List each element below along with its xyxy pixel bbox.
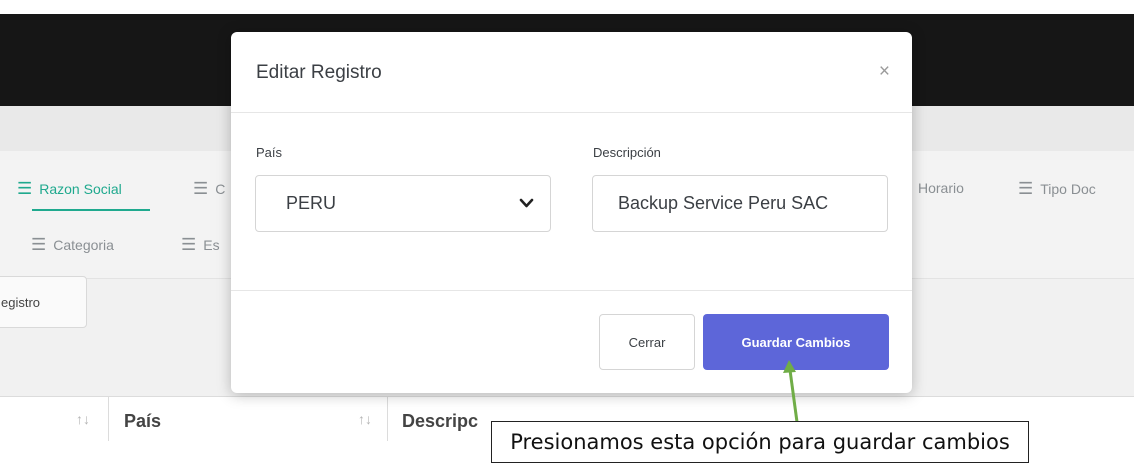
description-input-value: Backup Service Peru SAC [618, 193, 829, 213]
tab-label: Horario [918, 180, 964, 196]
chevron-down-icon [519, 198, 534, 208]
close-icon[interactable]: × [879, 62, 890, 81]
sort-icon[interactable]: ↑↓ [76, 411, 90, 427]
annotation-arrow-icon [783, 360, 799, 423]
tab-label: C [215, 180, 226, 197]
tab-c[interactable]: ☰ C [193, 180, 225, 197]
modal-header: Editar Registro × [231, 32, 912, 113]
button-label: egistro [1, 294, 41, 310]
annotation-callout: Presionamos esta opción para guardar cam… [491, 421, 1029, 463]
edit-record-modal: Editar Registro × País PERU Descripción … [231, 32, 912, 393]
tab-razon-social[interactable]: ☰ Razon Social [17, 180, 122, 197]
country-select[interactable]: PERU [255, 175, 551, 232]
country-label: País [256, 145, 283, 160]
tab-label: Razon Social [39, 180, 122, 197]
close-button[interactable]: Cerrar [599, 314, 695, 370]
tab-label: Tipo Doc [1040, 180, 1096, 197]
tab-label: Es [203, 236, 220, 253]
description-label: Descripción [593, 145, 661, 160]
modal-title: Editar Registro [256, 62, 382, 83]
description-input[interactable]: Backup Service Peru SAC [592, 175, 888, 232]
column-divider [387, 397, 388, 441]
column-divider [108, 397, 109, 441]
save-button-label: Guardar Cambios [741, 334, 851, 350]
menu-icon: ☰ [1018, 179, 1034, 198]
country-select-value: PERU [286, 193, 337, 213]
modal-footer-divider [231, 290, 912, 291]
menu-icon: ☰ [181, 235, 197, 254]
tab-categoria[interactable]: ☰ Categoria [31, 236, 114, 253]
column-header-descripcion[interactable]: Descripc [402, 411, 478, 432]
active-tab-indicator [32, 209, 150, 211]
menu-icon: ☰ [17, 179, 33, 198]
tab-es[interactable]: ☰ Es [181, 236, 220, 253]
menu-icon: ☰ [31, 235, 47, 254]
sort-icon[interactable]: ↑↓ [358, 411, 372, 427]
column-header-pais[interactable]: País [124, 411, 161, 432]
menu-icon: ☰ [193, 179, 209, 198]
tab-horario[interactable]: Horario [918, 180, 964, 196]
tab-tipo-doc[interactable]: ☰ Tipo Doc [1018, 180, 1096, 197]
close-button-label: Cerrar [628, 334, 666, 350]
add-register-button[interactable]: egistro [0, 276, 87, 328]
tab-label: Categoria [53, 236, 114, 253]
